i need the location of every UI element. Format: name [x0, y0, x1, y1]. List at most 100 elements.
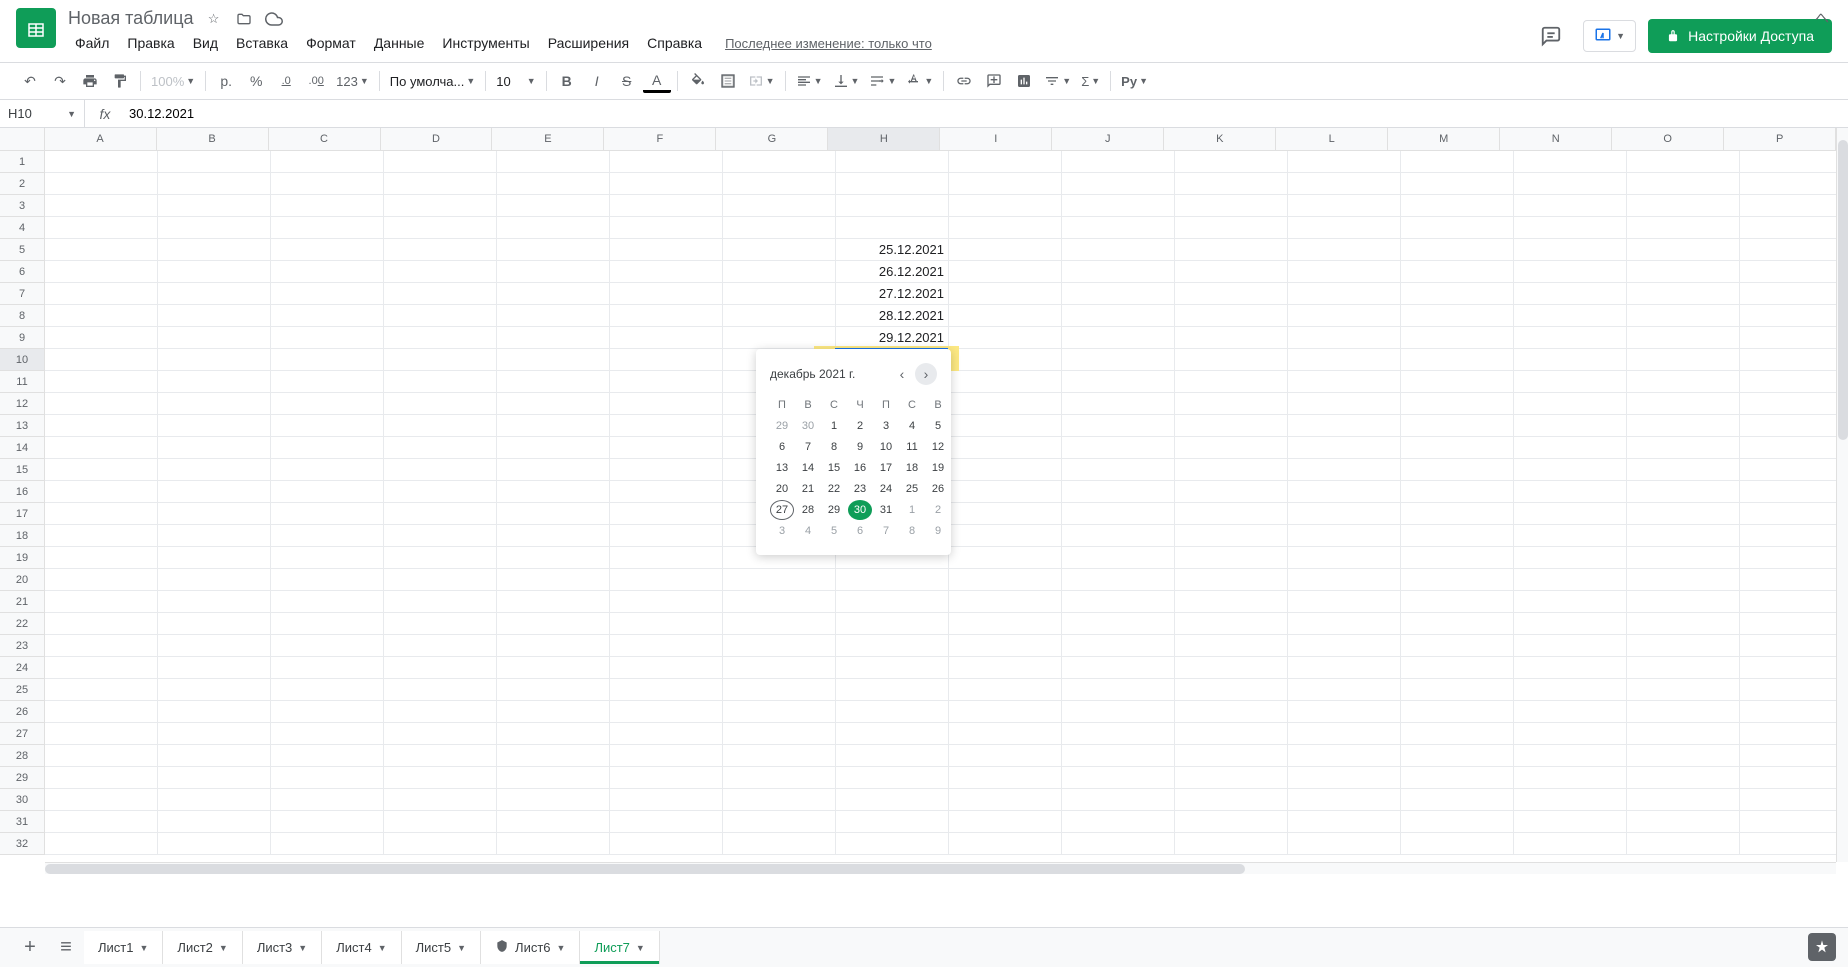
cell-G22[interactable]	[723, 613, 836, 635]
cell-I9[interactable]	[949, 327, 1062, 349]
cell-H32[interactable]	[836, 833, 949, 855]
explore-button[interactable]	[1808, 933, 1836, 961]
cell-M23[interactable]	[1401, 635, 1514, 657]
text-color-button[interactable]: A	[643, 69, 671, 93]
row-header-19[interactable]: 19	[0, 547, 44, 569]
cell-C14[interactable]	[271, 437, 384, 459]
number-format-dropdown[interactable]: 123▼	[332, 67, 373, 95]
datepicker-day-10[interactable]: 10	[874, 437, 898, 457]
cell-N28[interactable]	[1514, 745, 1627, 767]
datepicker-day-21[interactable]: 21	[796, 479, 820, 499]
sheet-tab-Лист5[interactable]: Лист5▼	[402, 931, 481, 964]
cell-G32[interactable]	[723, 833, 836, 855]
cell-D27[interactable]	[384, 723, 497, 745]
cell-C17[interactable]	[271, 503, 384, 525]
datepicker-day-3[interactable]: 3	[770, 521, 794, 541]
cell-F26[interactable]	[610, 701, 723, 723]
cell-J25[interactable]	[1062, 679, 1175, 701]
cell-E31[interactable]	[497, 811, 610, 833]
font-size-dropdown[interactable]: 10▼	[492, 67, 539, 95]
cell-C13[interactable]	[271, 415, 384, 437]
cell-E14[interactable]	[497, 437, 610, 459]
menu-инструменты[interactable]: Инструменты	[435, 31, 536, 55]
cell-K7[interactable]	[1175, 283, 1288, 305]
cell-F31[interactable]	[610, 811, 723, 833]
cell-M5[interactable]	[1401, 239, 1514, 261]
cell-K6[interactable]	[1175, 261, 1288, 283]
cell-M15[interactable]	[1401, 459, 1514, 481]
datepicker-day-19[interactable]: 19	[926, 458, 950, 478]
cell-A13[interactable]	[45, 415, 158, 437]
cell-M11[interactable]	[1401, 371, 1514, 393]
cell-E13[interactable]	[497, 415, 610, 437]
cell-M14[interactable]	[1401, 437, 1514, 459]
print-button[interactable]	[76, 67, 104, 95]
sheets-logo[interactable]	[16, 8, 56, 48]
row-header-9[interactable]: 9	[0, 327, 44, 349]
cell-C22[interactable]	[271, 613, 384, 635]
column-header-I[interactable]: I	[940, 128, 1052, 150]
increase-decimal-button[interactable]: .00	[302, 67, 330, 95]
cell-M12[interactable]	[1401, 393, 1514, 415]
cell-A16[interactable]	[45, 481, 158, 503]
cell-E1[interactable]	[497, 151, 610, 173]
cell-D3[interactable]	[384, 195, 497, 217]
italic-button[interactable]: I	[583, 67, 611, 95]
cell-A14[interactable]	[45, 437, 158, 459]
cell-B20[interactable]	[158, 569, 271, 591]
cell-O16[interactable]	[1627, 481, 1740, 503]
cell-L19[interactable]	[1288, 547, 1401, 569]
cell-K26[interactable]	[1175, 701, 1288, 723]
cell-P11[interactable]	[1740, 371, 1848, 393]
cell-A20[interactable]	[45, 569, 158, 591]
column-header-N[interactable]: N	[1500, 128, 1612, 150]
cell-K23[interactable]	[1175, 635, 1288, 657]
cell-D9[interactable]	[384, 327, 497, 349]
cell-O13[interactable]	[1627, 415, 1740, 437]
cell-M29[interactable]	[1401, 767, 1514, 789]
cell-F20[interactable]	[610, 569, 723, 591]
sheet-tab-Лист3[interactable]: Лист3▼	[243, 931, 322, 964]
cell-N18[interactable]	[1514, 525, 1627, 547]
cell-E20[interactable]	[497, 569, 610, 591]
fill-color-button[interactable]	[684, 67, 712, 95]
formula-input[interactable]	[125, 106, 1848, 121]
menu-расширения[interactable]: Расширения	[541, 31, 636, 55]
cell-D7[interactable]	[384, 283, 497, 305]
cell-I5[interactable]	[949, 239, 1062, 261]
cell-I8[interactable]	[949, 305, 1062, 327]
cell-A15[interactable]	[45, 459, 158, 481]
row-header-5[interactable]: 5	[0, 239, 44, 261]
cell-I13[interactable]	[949, 415, 1062, 437]
cell-B25[interactable]	[158, 679, 271, 701]
row-header-32[interactable]: 32	[0, 833, 44, 855]
cell-O14[interactable]	[1627, 437, 1740, 459]
cell-A10[interactable]	[45, 349, 158, 371]
cell-B2[interactable]	[158, 173, 271, 195]
cell-D31[interactable]	[384, 811, 497, 833]
cell-M6[interactable]	[1401, 261, 1514, 283]
cell-B8[interactable]	[158, 305, 271, 327]
cell-G23[interactable]	[723, 635, 836, 657]
datepicker-day-3[interactable]: 3	[874, 416, 898, 436]
cell-L1[interactable]	[1288, 151, 1401, 173]
cell-H29[interactable]	[836, 767, 949, 789]
cell-B18[interactable]	[158, 525, 271, 547]
cell-L8[interactable]	[1288, 305, 1401, 327]
cell-P8[interactable]	[1740, 305, 1848, 327]
cell-F11[interactable]	[610, 371, 723, 393]
cell-E9[interactable]	[497, 327, 610, 349]
cell-K25[interactable]	[1175, 679, 1288, 701]
cell-E17[interactable]	[497, 503, 610, 525]
cell-E22[interactable]	[497, 613, 610, 635]
cell-M19[interactable]	[1401, 547, 1514, 569]
cell-O32[interactable]	[1627, 833, 1740, 855]
cell-C1[interactable]	[271, 151, 384, 173]
cell-O28[interactable]	[1627, 745, 1740, 767]
cell-P16[interactable]	[1740, 481, 1848, 503]
cell-F18[interactable]	[610, 525, 723, 547]
cell-J23[interactable]	[1062, 635, 1175, 657]
insert-comment-button[interactable]	[980, 67, 1008, 95]
cell-C28[interactable]	[271, 745, 384, 767]
row-header-30[interactable]: 30	[0, 789, 44, 811]
